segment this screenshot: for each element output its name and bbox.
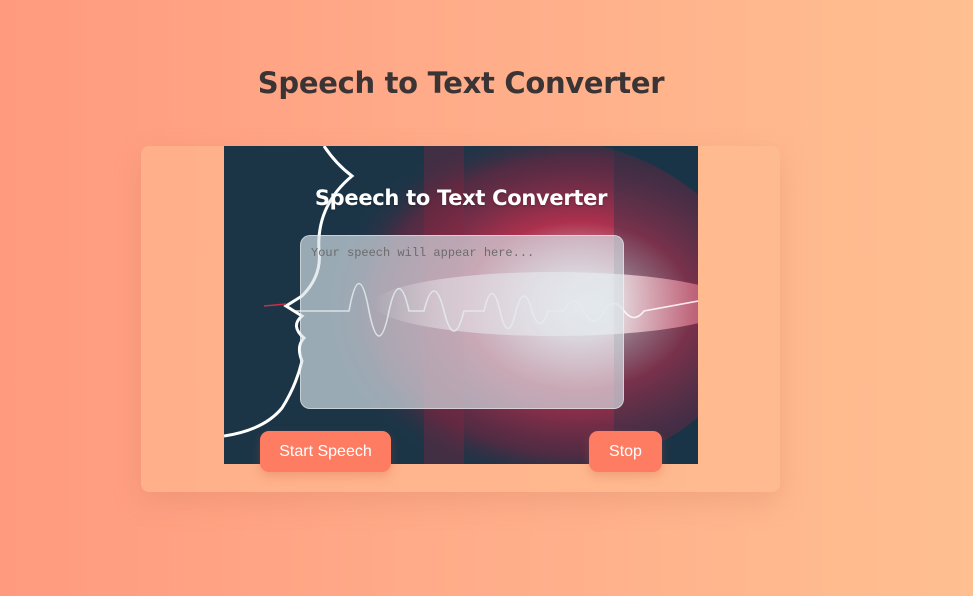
hero-title: Speech to Text Converter [314, 186, 608, 210]
page-title: Speech to Text Converter [257, 66, 665, 100]
speech-output-textarea[interactable] [300, 235, 624, 409]
stop-button[interactable]: Stop [589, 431, 662, 472]
start-speech-button[interactable]: Start Speech [260, 431, 391, 472]
